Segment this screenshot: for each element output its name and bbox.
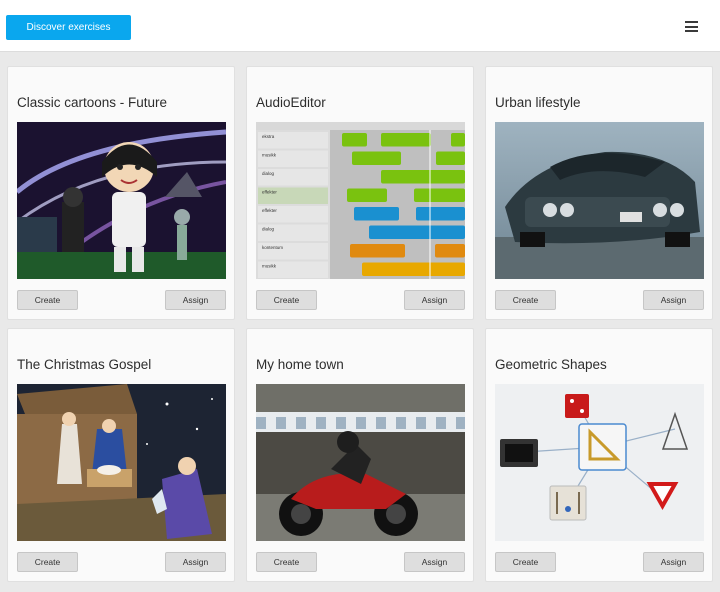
- exercise-card: AudioEditor ekstra musikk dialog effekter ef…: [246, 66, 474, 320]
- create-button[interactable]: Create: [17, 552, 78, 572]
- audio-clip: [350, 244, 405, 258]
- audio-clip: [451, 133, 465, 147]
- track-name: kontentum: [262, 245, 283, 250]
- audio-clip: [436, 151, 465, 165]
- hamburger-menu-icon[interactable]: [685, 21, 698, 32]
- card-title: Urban lifestyle: [495, 95, 581, 110]
- top-bar: Discover exercises: [0, 0, 720, 52]
- create-button[interactable]: Create: [256, 290, 317, 310]
- card-title: The Christmas Gospel: [17, 357, 152, 372]
- audio-editor-image[interactable]: ekstra musikk dialog effekter effekter dialog…: [256, 122, 465, 279]
- track-name: effekter: [262, 208, 277, 213]
- assign-button[interactable]: Assign: [165, 290, 226, 310]
- audio-clip: [342, 133, 367, 147]
- card-title: Geometric Shapes: [495, 357, 607, 372]
- nativity-cartoon-image[interactable]: [17, 384, 226, 541]
- track-name: ekstra: [262, 134, 275, 139]
- geometric-shapes-diagram-image[interactable]: [495, 384, 704, 541]
- track-name: musikk: [262, 264, 277, 269]
- assign-button[interactable]: Assign: [643, 290, 704, 310]
- audio-clip: [369, 225, 439, 239]
- exercise-card: Classic cartoons - Future Create Assign: [7, 66, 235, 320]
- audio-clip: [381, 133, 431, 147]
- cartoon-future-image[interactable]: [17, 122, 226, 279]
- create-button[interactable]: Create: [17, 290, 78, 310]
- audio-clip: [347, 188, 387, 202]
- audio-clip: [354, 207, 399, 221]
- audio-clip: [352, 151, 380, 165]
- audio-clip: [433, 225, 465, 239]
- exercise-card: The Christmas Gospel Create Assign: [7, 328, 235, 582]
- audio-clip: [438, 188, 465, 202]
- track-name: dialog: [262, 227, 275, 232]
- audio-clip: [362, 262, 465, 276]
- create-button[interactable]: Create: [256, 552, 317, 572]
- assign-button[interactable]: Assign: [404, 290, 465, 310]
- audio-clip: [435, 244, 465, 258]
- assign-button[interactable]: Assign: [643, 552, 704, 572]
- exercise-card: My home town Create Assign: [246, 328, 474, 582]
- track-name: effekter: [262, 190, 277, 195]
- exercise-card: Urban lifestyle Create Assign: [485, 66, 713, 320]
- discover-exercises-button[interactable]: Discover exercises: [6, 15, 131, 40]
- audio-clip: [426, 170, 465, 184]
- exercise-card: Geometric Shapes Create Assign: [485, 328, 713, 582]
- card-title: Classic cartoons - Future: [17, 95, 168, 110]
- card-title: AudioEditor: [256, 95, 326, 110]
- audio-clip: [376, 151, 401, 165]
- muscle-car-image[interactable]: [495, 122, 704, 279]
- track-name: dialog: [262, 171, 275, 176]
- card-title: My home town: [256, 357, 344, 372]
- assign-button[interactable]: Assign: [165, 552, 226, 572]
- track-name: musikk: [262, 153, 277, 158]
- audio-clip: [416, 207, 465, 221]
- create-button[interactable]: Create: [495, 552, 556, 572]
- assign-button[interactable]: Assign: [404, 552, 465, 572]
- motorcycle-street-image[interactable]: [256, 384, 465, 541]
- create-button[interactable]: Create: [495, 290, 556, 310]
